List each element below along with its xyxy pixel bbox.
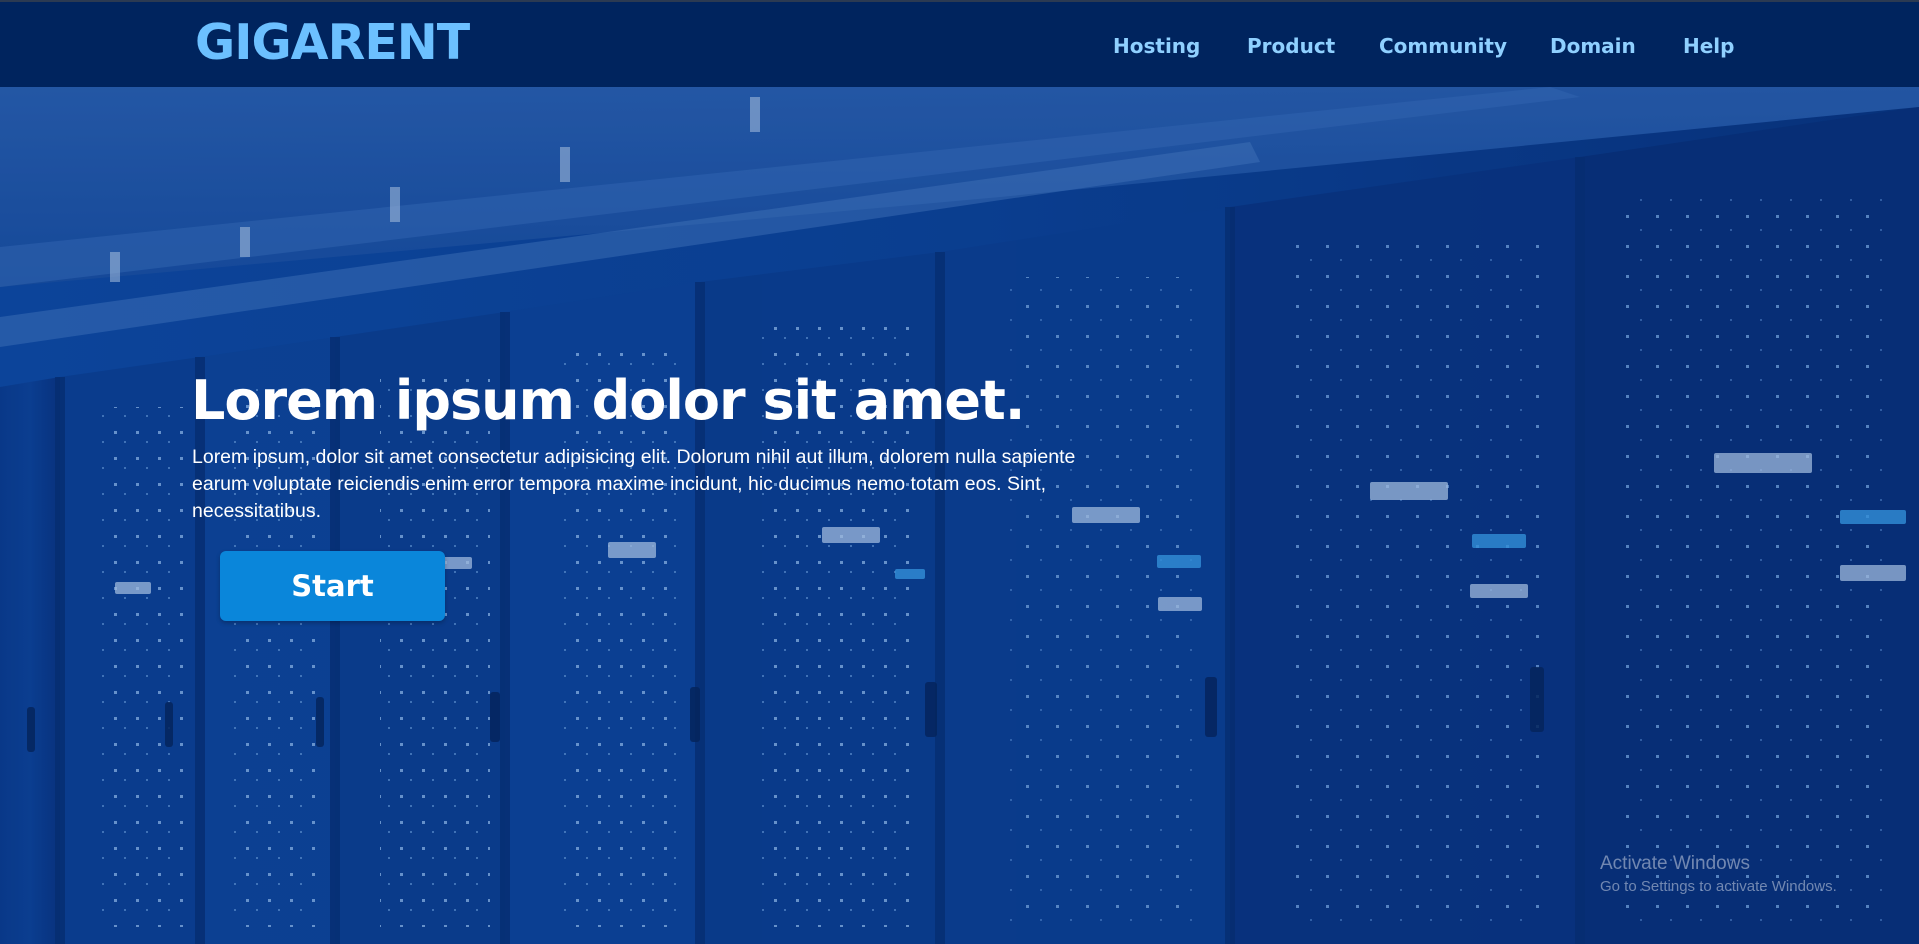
navbar: GIGARENT Hosting Product Community Domai… (0, 2, 1919, 87)
landing-page: GIGARENT Hosting Product Community Domai… (0, 0, 1919, 944)
nav-item-help[interactable]: Help (1683, 32, 1734, 60)
hero-title: Lorem ipsum dolor sit amet. (191, 369, 1025, 433)
watermark-subtitle: Go to Settings to activate Windows. (1600, 878, 1837, 895)
brand-logo[interactable]: GIGARENT (195, 12, 470, 74)
nav-item-hosting[interactable]: Hosting (1113, 32, 1200, 60)
nav-item-community[interactable]: Community (1379, 32, 1507, 60)
hero-description: Lorem ipsum, dolor sit amet consectetur … (192, 445, 1076, 522)
nav-item-domain[interactable]: Domain (1550, 32, 1636, 60)
nav-item-product[interactable]: Product (1247, 32, 1335, 60)
start-button[interactable]: Start (220, 551, 445, 621)
watermark-title: Activate Windows (1600, 853, 1750, 874)
activate-windows-watermark: Activate Windows Go to Settings to activ… (1600, 851, 1837, 897)
